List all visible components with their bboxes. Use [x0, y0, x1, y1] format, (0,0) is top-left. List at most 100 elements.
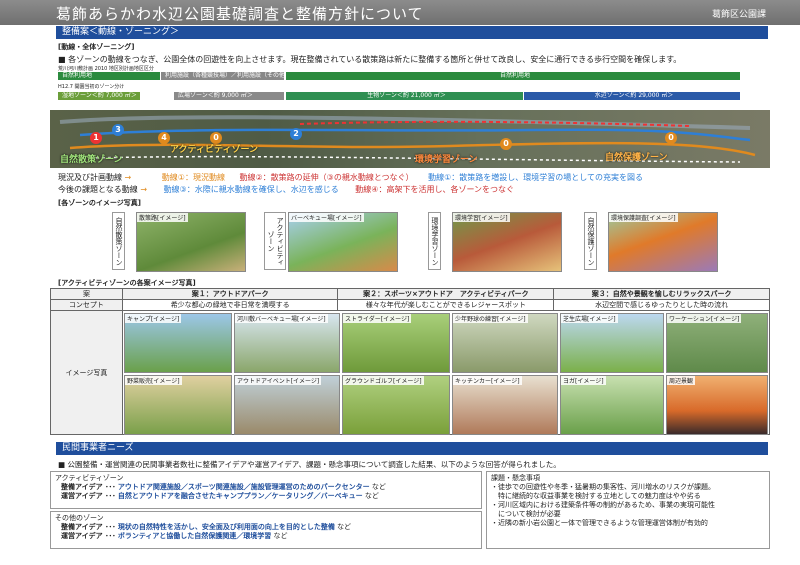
- flow-2: 動線②：散策路の延伸（③の親水動線とつなぐ）: [239, 173, 414, 182]
- zone-img-label-4: 自然保護ゾーン: [584, 212, 597, 270]
- zone-label-nature-walk: 自然散策ゾーン: [60, 155, 123, 165]
- photo-caption: ストライダー[イメージ]: [343, 314, 412, 323]
- photo-vegetables: 野菜販売[イメージ]: [124, 375, 232, 435]
- photo-caption: 散策路[イメージ]: [137, 213, 188, 222]
- zone-bar-water: 水辺ゾーン＜約 29,000 ㎡＞: [524, 92, 740, 100]
- route-marker-2: 2: [290, 128, 302, 140]
- flow-1: 動線①：現況動線: [161, 173, 225, 182]
- plan-1-concept: 希少な都心の緑地で非日常を満喫する: [121, 299, 339, 311]
- flow-heading-future: 今後の課題となる動線: [58, 185, 138, 194]
- activity-needs-title: アクティビティゾーン: [55, 474, 124, 482]
- organization-label: 葛飾区公園課: [711, 10, 766, 20]
- photo-workation: ワーケーション[イメージ]: [666, 313, 768, 373]
- photo-caption: グラウンドゴルフ[イメージ]: [343, 376, 424, 385]
- other-idea-2: 運営アイデア ･･･ ボランティアと協働した自然保護関連／環境学習 など: [55, 532, 477, 541]
- idea-label: 運営アイデア ･･･: [61, 492, 116, 500]
- photo-caption: 周辺景観: [667, 376, 696, 385]
- zone-bar-wetland: 湿地ゾーン＜約 7,000 ㎡＞: [58, 92, 140, 100]
- photo-riverside-bbq: 河川敷バーベキュー場[イメージ]: [234, 313, 340, 373]
- landuse-bar-2: 利用施設（各種競技場）／利用施設（その他）: [161, 72, 284, 80]
- flow-3: 動線③：水際に親水動線を確保し、水辺を感じる: [163, 185, 339, 194]
- row-concept: コンセプト: [50, 299, 123, 311]
- zone-bar-bio: 生物ゾーン＜約 21,000 ㎡＞: [286, 92, 523, 100]
- issue-1-cont: 特に継続的な収益事業を検討する立地としての魅力度はやや劣る: [491, 492, 701, 500]
- photo-caption: ワーケーション[イメージ]: [667, 314, 742, 323]
- photo-outdoor-event: アウトドアイベント[イメージ]: [234, 375, 340, 435]
- issues-title: 課題・懸念事項: [491, 474, 540, 482]
- flow-arrow-2: →: [140, 185, 148, 194]
- idea-etc: など: [364, 492, 379, 500]
- issue-1: ・徒歩での回遊性や冬季・猛暑期の集客性、河川増水のリスクが課題。: [491, 483, 715, 491]
- route-marker-3: 3: [112, 124, 124, 136]
- route-marker-1: 1: [90, 132, 102, 144]
- activity-idea-1: 整備アイデア ･･･ アウトドア関連施設／スポーツ関連施設／施設管理運営のための…: [55, 483, 477, 492]
- photo-caption: 野菜販売[イメージ]: [125, 376, 182, 385]
- photo-bbq: バーベキュー場[イメージ]: [288, 212, 398, 272]
- photo-env-learning: 環境学習[イメージ]: [452, 212, 562, 272]
- plan-2-name: 案２：スポーツ×アウトドア アクティビティパーク: [337, 288, 555, 300]
- row-photos: イメージ写真: [50, 310, 123, 435]
- landuse-bar-3: 自然利用地: [286, 72, 740, 80]
- zone-img-label-3: 環境学習ゾーン: [428, 212, 441, 270]
- flow-1b: 動線①：散策路を増設し、環境学習の場としての充実を図る: [428, 173, 644, 182]
- plan-3-name: 案３：自然や景観を愉しむリラックスパーク: [553, 288, 770, 300]
- page-title: 葛飾あらかわ水辺公園基礎調査と整備方針について: [56, 5, 424, 23]
- photo-lawn: 芝生広場[イメージ]: [560, 313, 664, 373]
- route-marker-0c: 0: [665, 132, 677, 144]
- activity-title: [アクティビティゾーンの各案イメージ写真]: [58, 279, 196, 287]
- activity-idea-2: 運営アイデア ･･･ 自然とアウトドアを融合させたキャンププラン／ケータリング／…: [55, 492, 477, 501]
- photo-caption: 少年野球の練習[イメージ]: [453, 314, 528, 323]
- idea-etc: など: [371, 483, 386, 491]
- photo-caption: 環境学習[イメージ]: [453, 213, 510, 222]
- photo-caption: アウトドアイベント[イメージ]: [235, 376, 322, 385]
- photo-ground-golf: グラウンドゴルフ[イメージ]: [342, 375, 450, 435]
- plan-label: 荒川河川敷計画 2010 地区別計画地区区分: [58, 66, 154, 72]
- photo-camp: キャンプ[イメージ]: [124, 313, 232, 373]
- photo-caption: 河川敷バーベキュー場[イメージ]: [235, 314, 328, 323]
- idea-text: ボランティアと協働した自然保護関連／環境学習: [117, 532, 272, 540]
- idea-label: 整備アイデア ･･･: [61, 523, 116, 531]
- plan-3-concept: 水辺空間で感じるゆったりとした時の流れ: [553, 299, 770, 311]
- activity-needs-box: アクティビティゾーン 整備アイデア ･･･ アウトドア関連施設／スポーツ関連施設…: [50, 471, 482, 509]
- flow-row-1: 現況及び計画動線 → 動線①：現況動線 動線②：散策路の延伸（③の親水動線とつな…: [58, 172, 643, 183]
- photo-scenery: 周辺景観: [666, 375, 768, 435]
- photo-caption: 環境保護調査[イメージ]: [609, 213, 678, 222]
- flow-arrow: →: [124, 173, 132, 182]
- plan-2-concept: 様々な年代が楽しむことができるレジャースポット: [337, 299, 555, 311]
- zone-images-title: [各ゾーンのイメージ写真]: [58, 199, 141, 207]
- zone-label-activity: アクティビティゾーン: [170, 145, 259, 155]
- page-header: 葛飾あらかわ水辺公園基礎調査と整備方針について 葛飾区公園課: [0, 0, 800, 25]
- issue-2-cont: について検討が必要: [491, 510, 561, 518]
- photo-strider: ストライダー[イメージ]: [342, 313, 450, 373]
- zone-label-nature-protect: 自然保護ゾーン: [605, 153, 668, 163]
- photo-nature-walk: 散策路[イメージ]: [136, 212, 246, 272]
- photo-baseball: 少年野球の練習[イメージ]: [452, 313, 558, 373]
- zoning-description: ■ 各ゾーンの動線をつなぎ、公園全体の回遊性を向上させます。現在整備されている散…: [58, 55, 682, 64]
- flow-4: 動線④：高架下を活用し、各ゾーンをつなぐ: [355, 185, 515, 194]
- zone-img-label-2: アクティビティゾーン: [264, 212, 286, 270]
- aerial-map: 1 2 3 4 0 0 0 自然散策ゾーン アクティビティゾーン 環境学習ゾーン…: [50, 110, 770, 168]
- flow-row-2: 今後の課題となる動線 → 動線③：水際に親水動線を確保し、水辺を感じる 動線④：…: [58, 184, 514, 195]
- photo-caption: キャンプ[イメージ]: [125, 314, 182, 323]
- idea-text: 自然とアウトドアを融合させたキャンププラン／ケータリング／バーベキュー: [117, 492, 363, 500]
- idea-etc: など: [337, 523, 352, 531]
- landuse-bar-1: 自然利用地: [58, 72, 160, 80]
- photo-caption: 芝生広場[イメージ]: [561, 314, 618, 323]
- flow-heading-current: 現況及び計画動線: [58, 173, 122, 182]
- idea-label: 整備アイデア ･･･: [61, 483, 116, 491]
- photo-kitchen-car: キッチンカー[イメージ]: [452, 375, 558, 435]
- section-zoning-title: 整備案＜動線・ゾーニング＞: [56, 26, 768, 39]
- idea-text: アウトドア関連施設／スポーツ関連施設／施設管理運営のためのパークセンター: [117, 483, 370, 491]
- photo-caption: キッチンカー[イメージ]: [453, 376, 522, 385]
- other-idea-1: 整備アイデア ･･･ 現状の自然特性を活かし、安全面及び利用面の向上を目的とした…: [55, 523, 477, 532]
- photo-yoga: ヨガ[イメージ]: [560, 375, 664, 435]
- section-needs-title: 民間事業者ニーズ: [56, 442, 768, 455]
- issue-3: ・近隣の新小岩公園と一体で管理できるような管理運営体制が有効的: [491, 519, 708, 527]
- needs-description: ■ 公園整備・運営関連の民間事業者数社に整備アイデアや運営アイデア、課題・懸念事…: [58, 460, 561, 469]
- route-marker-0b: 0: [500, 138, 512, 150]
- photo-caption: バーベキュー場[イメージ]: [289, 213, 364, 222]
- plan-label-2: H12.7 開園当初のゾーン分け: [58, 84, 125, 90]
- route-marker-4: 4: [158, 132, 170, 144]
- issue-2: ・河川区域内における建築条件等の制約があるため、事業の実現可能性: [491, 501, 715, 509]
- idea-label: 運営アイデア ･･･: [61, 532, 116, 540]
